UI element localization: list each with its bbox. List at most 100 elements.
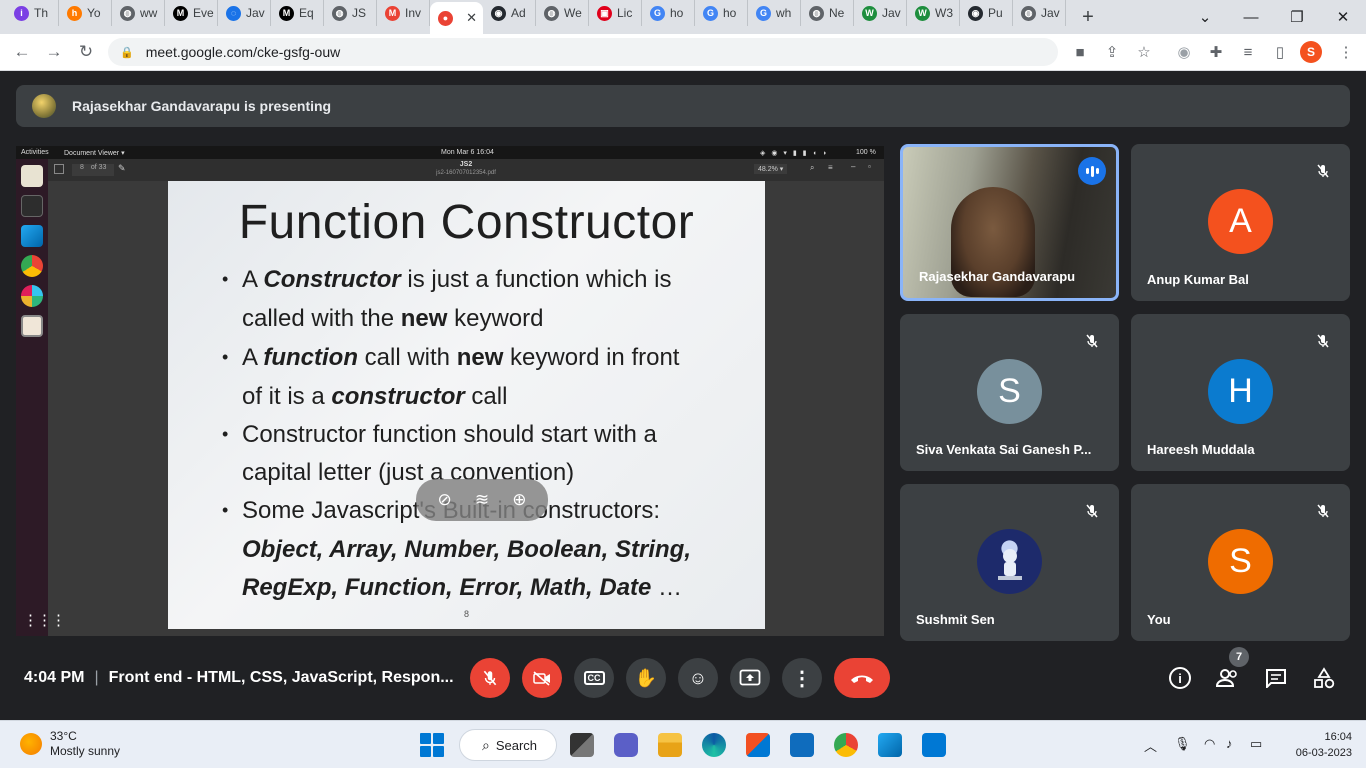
ubuntu-top-bar: Activities Document Viewer ▾ Mon Mar 6 1… — [16, 146, 884, 159]
browser-tab[interactable]: ● ✕ — [430, 2, 483, 34]
tab-close-icon[interactable]: ✕ — [466, 10, 477, 26]
teams-chat-icon[interactable] — [614, 733, 638, 757]
forward-button[interactable]: → — [38, 36, 70, 68]
meeting-details-button[interactable]: i — [1166, 664, 1194, 692]
activities-button[interactable] — [1310, 664, 1338, 692]
participant-tile-anup[interactable]: A Anup Kumar Bal — [1131, 144, 1350, 301]
weather-widget[interactable]: 33°C Mostly sunny — [20, 729, 120, 759]
mail-icon[interactable] — [790, 733, 814, 757]
present-screen-button[interactable] — [730, 658, 770, 698]
activities-label: Activities — [21, 149, 49, 156]
address-bar[interactable]: 🔒 meet.google.com/cke-gsfg-ouw — [108, 38, 1058, 66]
people-button[interactable] — [1214, 664, 1242, 692]
fullscreen-icon[interactable]: ⊕ — [512, 490, 526, 510]
notepad-icon[interactable] — [922, 733, 946, 757]
participant-name: Anup Kumar Bal — [1147, 272, 1249, 287]
more-options-button[interactable]: ⋮ — [782, 658, 822, 698]
participant-tile-rajasekhar[interactable]: Rajasekhar Gandavarapu — [900, 144, 1119, 301]
tab-favicon-icon: M — [279, 5, 294, 21]
taskbar-search-button[interactable]: ⌕ Search — [459, 729, 557, 761]
bookmark-star-icon[interactable]: ☆ — [1132, 40, 1156, 64]
participant-name: Siva Venkata Sai Ganesh P... — [916, 442, 1092, 457]
browser-tab[interactable]: M Eq — [271, 0, 324, 26]
volume-icon[interactable]: ♪ — [1226, 736, 1233, 751]
tab-title: JS — [352, 6, 367, 20]
profile-avatar[interactable]: S — [1300, 41, 1322, 63]
battery-icon[interactable]: ▭ — [1250, 736, 1262, 752]
browser-tab[interactable]: Gho — [642, 0, 695, 26]
tab-search-icon[interactable]: ⌄ — [1182, 0, 1228, 34]
windows-start-button[interactable] — [420, 733, 444, 757]
speaking-indicator-icon — [1078, 157, 1106, 185]
microsoft-store-icon[interactable] — [746, 733, 770, 757]
participant-tile-sushmit[interactable]: Sushmit Sen — [900, 484, 1119, 641]
slide-bullet-1-line-2: called with the new keyword — [242, 305, 544, 332]
tab-title: Inv — [405, 6, 422, 20]
browser-tab[interactable]: W W3 — [907, 0, 960, 26]
minimize-button[interactable]: — — [1228, 0, 1274, 34]
participant-avatar: H — [1208, 359, 1273, 424]
tray-overflow-chevron-icon[interactable]: ︿ — [1144, 736, 1157, 755]
tab-favicon-icon: G — [703, 5, 718, 21]
raise-hand-button[interactable]: ✋ — [626, 658, 666, 698]
browser-tab[interactable]: ◉ Ad — [483, 0, 536, 26]
browser-tab[interactable]: Gho — [695, 0, 748, 26]
browser-tab[interactable]: ▣ Lic — [589, 0, 642, 26]
mic-off-icon — [1312, 330, 1334, 352]
separator: | — [94, 669, 99, 686]
shared-screen[interactable]: Activities Document Viewer ▾ Mon Mar 6 1… — [16, 146, 884, 636]
extensions-puzzle-icon[interactable]: ✚ — [1204, 40, 1228, 64]
browser-tab[interactable]: ◌ Jav — [218, 0, 271, 26]
browser-tab[interactable]: M Eve — [165, 0, 218, 26]
browser-tab[interactable]: h Yo — [59, 0, 112, 26]
browser-tab[interactable]: ◍ JS — [324, 0, 377, 26]
participant-avatar: S — [1208, 529, 1273, 594]
close-window-button[interactable]: ✕ — [1320, 0, 1366, 34]
chrome-taskbar-icon[interactable] — [834, 733, 858, 757]
minimize-icon: – — [851, 162, 856, 171]
vscode-taskbar-icon[interactable] — [878, 733, 902, 757]
side-panel-icon[interactable]: ▯ — [1268, 40, 1292, 64]
tab-favicon-icon: M — [385, 5, 400, 21]
task-view-icon[interactable] — [570, 733, 594, 757]
browser-tab[interactable]: W Jav — [854, 0, 907, 26]
captions-button[interactable]: CC — [574, 658, 614, 698]
maximize-button[interactable]: ❐ — [1274, 0, 1320, 34]
back-button[interactable]: ← — [6, 36, 38, 68]
volume-off-icon[interactable]: ≋ — [475, 490, 489, 510]
taskbar-clock[interactable]: 16:04 06-03-2023 — [1296, 729, 1352, 761]
browser-tab[interactable]: ◍ ww — [112, 0, 165, 26]
browser-tab[interactable]: M Inv — [377, 0, 430, 26]
browser-tab[interactable]: ◍ We — [536, 0, 589, 26]
url-text: meet.google.com/cke-gsfg-ouw — [145, 44, 341, 60]
file-explorer-icon[interactable] — [658, 733, 682, 757]
mic-toggle-button[interactable] — [470, 658, 510, 698]
pin-off-icon[interactable]: ⊘ — [438, 490, 452, 510]
camera-icon[interactable]: ■ — [1068, 40, 1092, 64]
new-tab-button[interactable]: + — [1072, 4, 1104, 30]
more-vert-icon: ⋮ — [792, 667, 812, 690]
tab-title: Eve — [193, 6, 214, 20]
end-call-button[interactable] — [834, 658, 890, 698]
wifi-icon[interactable]: ◠ — [1204, 736, 1215, 752]
camera-toggle-button[interactable] — [522, 658, 562, 698]
participant-tile-siva[interactable]: S Siva Venkata Sai Ganesh P... — [900, 314, 1119, 471]
browser-tab[interactable]: Gwh — [748, 0, 801, 26]
participant-tile-hareesh[interactable]: H Hareesh Muddala — [1131, 314, 1350, 471]
tab-title: Yo — [87, 6, 101, 20]
share-icon[interactable]: ⇪ — [1100, 40, 1124, 64]
participant-tile-you[interactable]: S You — [1131, 484, 1350, 641]
media-control-icon[interactable]: ≡ — [1236, 40, 1260, 64]
reactions-button[interactable]: ☺ — [678, 658, 718, 698]
chat-button[interactable] — [1262, 664, 1290, 692]
slide-title: Function Constructor — [238, 196, 695, 249]
browser-tab[interactable]: ◉ Pu — [960, 0, 1013, 26]
menu-kebab-icon[interactable]: ⋮ — [1334, 40, 1358, 64]
browser-tab[interactable]: ◍ Jav — [1013, 0, 1066, 26]
grammarly-extension-icon[interactable]: ◉ — [1172, 40, 1196, 64]
reload-button[interactable]: ↻ — [70, 36, 102, 68]
edge-browser-icon[interactable] — [702, 733, 726, 757]
microphone-tray-icon[interactable]: 🎙 — [1174, 736, 1191, 752]
browser-tab[interactable]: i Th — [6, 0, 59, 26]
browser-tab[interactable]: ◍ Ne — [801, 0, 854, 26]
